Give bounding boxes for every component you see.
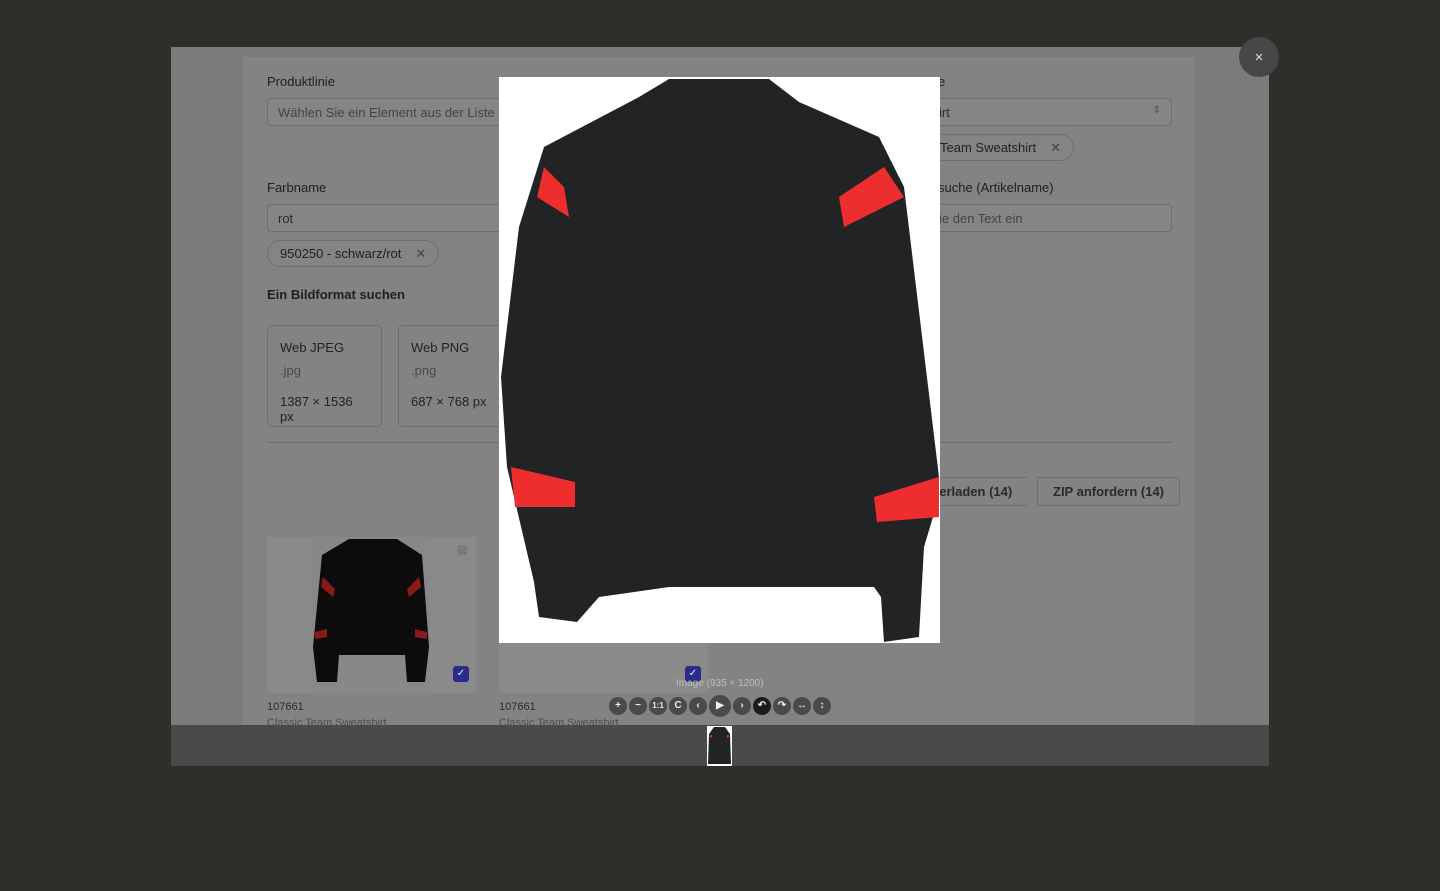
reset-icon[interactable]: C bbox=[669, 697, 687, 715]
chip-remove-icon[interactable]: ✕ bbox=[415, 246, 426, 261]
format-ext: .jpg bbox=[280, 363, 301, 378]
format-dims: 687 × 768 px bbox=[411, 394, 487, 409]
flip-horizontal-icon[interactable]: ↔ bbox=[793, 697, 811, 715]
search-label: suche (Artikelname) bbox=[938, 180, 1054, 195]
result-id: 107661 bbox=[499, 701, 536, 713]
sweatshirt-image bbox=[312, 537, 430, 693]
color-chip[interactable]: 950250 - schwarz/rot ✕ bbox=[267, 240, 440, 267]
close-viewer-button[interactable]: × bbox=[1239, 37, 1279, 77]
prev-icon[interactable]: ‹ bbox=[689, 697, 707, 715]
color-label: Farbname bbox=[267, 180, 327, 195]
product-name-select[interactable]: irt ⇕ bbox=[928, 98, 1172, 126]
format-dims: 1387 × 1536 px bbox=[280, 394, 353, 424]
image-caption: Image (935 × 1200) bbox=[676, 678, 764, 689]
chip-label: 950250 - schwarz/rot bbox=[280, 246, 402, 261]
play-icon[interactable]: ▶ bbox=[709, 695, 731, 717]
format-name: Web PNG bbox=[411, 340, 470, 355]
product-name-chip[interactable]: Team Sweatshirt ✕ bbox=[928, 134, 1074, 161]
thumbnail-image bbox=[708, 727, 731, 764]
rotate-right-icon[interactable]: ↷ bbox=[773, 697, 791, 715]
select-arrows-icon: ⇕ bbox=[1152, 105, 1161, 116]
zip-request-button[interactable]: ZIP anfordern (14) bbox=[1037, 477, 1181, 506]
result-thumbnail[interactable]: ▤ ✓ bbox=[267, 537, 476, 693]
format-card-jpeg[interactable]: Web JPEG .jpg 1387 × 1536 px bbox=[267, 325, 382, 427]
format-ext: .png bbox=[411, 363, 437, 378]
flip-vertical-icon[interactable]: ↕ bbox=[813, 697, 831, 715]
navbar-thumbnail[interactable] bbox=[707, 726, 732, 766]
chip-remove-icon[interactable]: ✕ bbox=[1050, 140, 1061, 155]
zoom-out-icon[interactable]: − bbox=[629, 697, 647, 715]
viewer-toolbar: + − 1:1 C ‹ ▶ › ↶ ↷ ↔ ↕ bbox=[609, 695, 831, 717]
product-name-value: irt bbox=[939, 105, 950, 120]
format-title: Ein Bildformat suchen bbox=[267, 287, 405, 302]
format-card-png[interactable]: Web PNG .png 687 × 768 px bbox=[398, 325, 513, 427]
chip-label: Team Sweatshirt bbox=[940, 140, 1037, 155]
one-to-one-icon[interactable]: 1:1 bbox=[649, 697, 667, 715]
zoom-in-icon[interactable]: + bbox=[609, 697, 627, 715]
image-viewer bbox=[499, 77, 940, 643]
info-icon[interactable]: ▤ bbox=[457, 543, 467, 556]
result-id: 107661 bbox=[267, 701, 304, 713]
sweatshirt-large-image bbox=[501, 79, 939, 642]
search-input[interactable]: ie den Text ein bbox=[928, 204, 1172, 232]
format-name: Web JPEG bbox=[280, 340, 345, 355]
next-icon[interactable]: › bbox=[733, 697, 751, 715]
product-line-label: Produktlinie bbox=[267, 74, 335, 89]
rotate-left-icon[interactable]: ↶ bbox=[753, 697, 771, 715]
select-checkbox[interactable]: ✓ bbox=[453, 666, 469, 682]
